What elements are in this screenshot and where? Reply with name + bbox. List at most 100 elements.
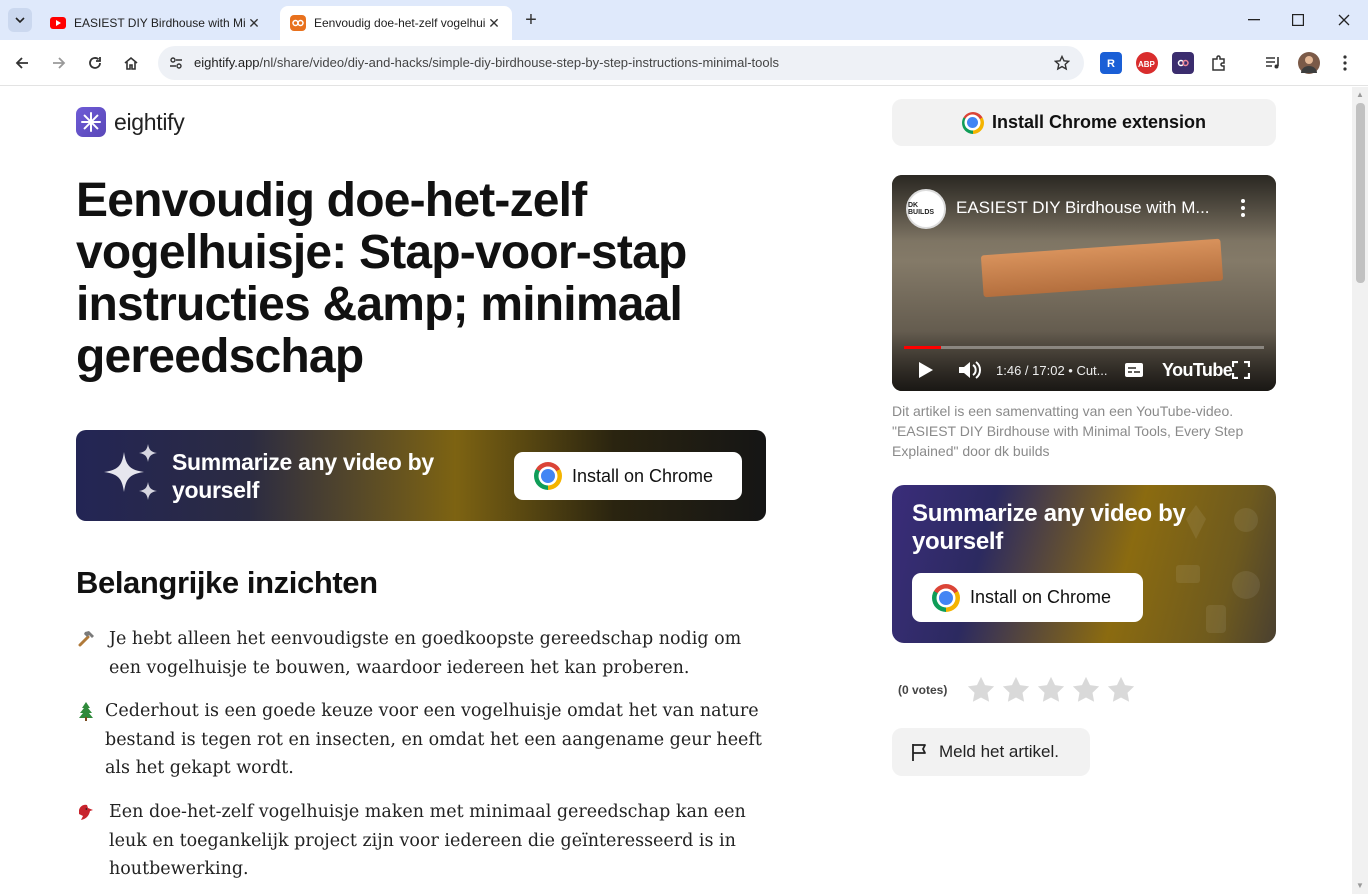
video-summary-caption: Dit artikel is een samenvatting van een … [892,403,1244,459]
tab-youtube[interactable]: EASIEST DIY Birdhouse with Minimal Tools… [40,6,272,40]
channel-avatar[interactable]: DK BUILDS [906,189,946,229]
extension-translate-icon[interactable]: R [1100,52,1122,74]
maximize-icon [1292,14,1304,26]
insight-text: Cederhout is een goede keuze voor een vo… [105,701,762,778]
star-icon[interactable] [966,675,996,705]
reload-icon [89,57,101,69]
subtitles-icon [1125,363,1143,377]
page-content: eightify Eenvoudig doe-het-zelf vogelhui… [0,87,1352,894]
flag-icon [912,744,926,761]
arrow-left-icon [15,57,28,69]
logo-text: eightify [114,108,185,135]
home-button[interactable] [119,51,143,75]
new-tab-button[interactable]: + [520,10,542,32]
promo-text: Summarize any video by yourself [912,500,1186,555]
tab-search-button[interactable] [8,8,32,32]
button-label: Install on Chrome [970,587,1112,607]
site-info-icon[interactable] [166,53,186,73]
url-path: /nl/share/video/diy-and-hacks/simple-diy… [259,55,780,70]
video-progress-played [904,346,942,349]
close-tab-icon[interactable]: ✕ [486,15,502,31]
scroll-up-icon[interactable]: ▲ [1356,91,1364,99]
button-label: Install Chrome extension [991,112,1207,132]
extensions-puzzle-icon[interactable] [1208,52,1230,74]
section-heading: Belangrijke inzichten [76,565,378,600]
chevron-down-icon [15,17,25,24]
install-on-chrome-button[interactable]: Install on Chrome [912,573,1143,622]
chrome-icon [534,462,562,490]
vote-count: (0 votes) [898,683,948,697]
adblock-plus-icon[interactable]: ABP [1136,52,1158,74]
chrome-icon [961,111,984,134]
volume-button[interactable] [958,359,982,381]
minimize-button[interactable] [1242,8,1266,32]
video-title[interactable]: EASIEST DIY Birdhouse with M... [956,198,1210,218]
close-window-button[interactable] [1332,8,1356,32]
fullscreen-icon [1232,361,1250,379]
home-icon [124,56,138,70]
url-domain: eightify.app [194,55,260,70]
svg-text:R: R [1107,58,1115,70]
eightify-icon [290,15,306,31]
chrome-icon [932,583,960,612]
youtube-logo[interactable]: YouTube [1162,359,1233,381]
star-icon[interactable] [1106,675,1136,705]
star-icon[interactable] [1001,675,1031,705]
scrollbar-thumb[interactable] [1356,103,1365,283]
profile-avatar[interactable] [1298,52,1320,74]
summarize-promo-banner: Summarize any video by yourself Install … [76,430,766,521]
address-bar[interactable]: eightify.app/nl/share/video/diy-and-hack… [158,46,1084,80]
youtube-icon [50,15,66,31]
browser-toolbar: eightify.app/nl/share/video/diy-and-hack… [0,40,1368,86]
tab-title: EASIEST DIY Birdhouse with Minimal Tools [74,16,246,30]
star-icon[interactable] [1071,675,1101,705]
cardinal-bird-icon [79,804,93,820]
url-text: eightify.app/nl/share/video/diy-and-hack… [194,55,779,70]
subtitles-button[interactable] [1124,359,1144,381]
insight-item: Een doe-het-zelf vogelhuisje maken met m… [76,798,766,884]
video-progress-bar[interactable] [904,346,1264,349]
star-icon[interactable] [1036,675,1066,705]
evergreen-tree-icon [79,702,93,721]
eightify-logo-icon [76,107,106,137]
summarize-promo-card: Summarize any video by yourself Install … [892,485,1276,643]
scroll-down-icon[interactable]: ▼ [1356,882,1364,890]
video-time: 1:46 / 17:02 • Cut... [996,362,1108,378]
play-button[interactable] [918,359,934,381]
arrow-right-icon [53,57,66,69]
tab-strip: EASIEST DIY Birdhouse with Minimal Tools… [0,0,1368,40]
media-controls-icon[interactable] [1262,52,1284,74]
fullscreen-button[interactable] [1232,359,1250,381]
close-tab-icon[interactable]: ✕ [246,15,262,31]
tab-eightify[interactable]: Eenvoudig doe-het-zelf vogelhuisje ✕ [280,6,512,40]
insight-item: Cederhout is een goede keuze voor een vo… [76,697,766,783]
eightify-logo[interactable]: eightify [76,107,185,137]
forward-button[interactable] [47,51,71,75]
install-on-chrome-button[interactable]: Install on Chrome [514,452,742,500]
minimize-icon [1248,19,1260,21]
extension-eightify-icon[interactable] [1172,52,1194,74]
maximize-button[interactable] [1286,8,1310,32]
star-rating[interactable] [966,675,1141,705]
promo-text: Summarize any video by yourself [172,449,434,503]
play-icon [919,362,933,378]
page-title: Eenvoudig doe-het-zelf vogelhuisje: Stap… [76,174,687,383]
insight-item: Je hebt alleen het eenvoudigste en goedk… [76,625,766,682]
button-label: Meld het artikel. [939,742,1059,761]
bookmark-star-icon[interactable] [1052,53,1072,73]
button-label: Install on Chrome [572,465,714,486]
back-button[interactable] [10,51,34,75]
page-scrollbar[interactable]: ▲ ▼ [1352,87,1368,894]
youtube-video-player[interactable]: DK BUILDS EASIEST DIY Birdhouse with M..… [892,175,1276,391]
report-article-button[interactable]: Meld het artikel. [892,728,1090,776]
insight-text: Je hebt alleen het eenvoudigste en goedk… [109,629,742,678]
svg-text:ABP: ABP [1138,60,1156,68]
sparkle-icon [104,444,157,500]
hammer-icon [78,631,94,647]
close-icon [1338,14,1350,26]
volume-icon [959,361,981,379]
browser-menu-icon[interactable] [1334,52,1356,74]
video-more-icon[interactable] [1240,199,1246,217]
install-chrome-extension-button[interactable]: Install Chrome extension [892,99,1276,146]
reload-button[interactable] [83,51,107,75]
